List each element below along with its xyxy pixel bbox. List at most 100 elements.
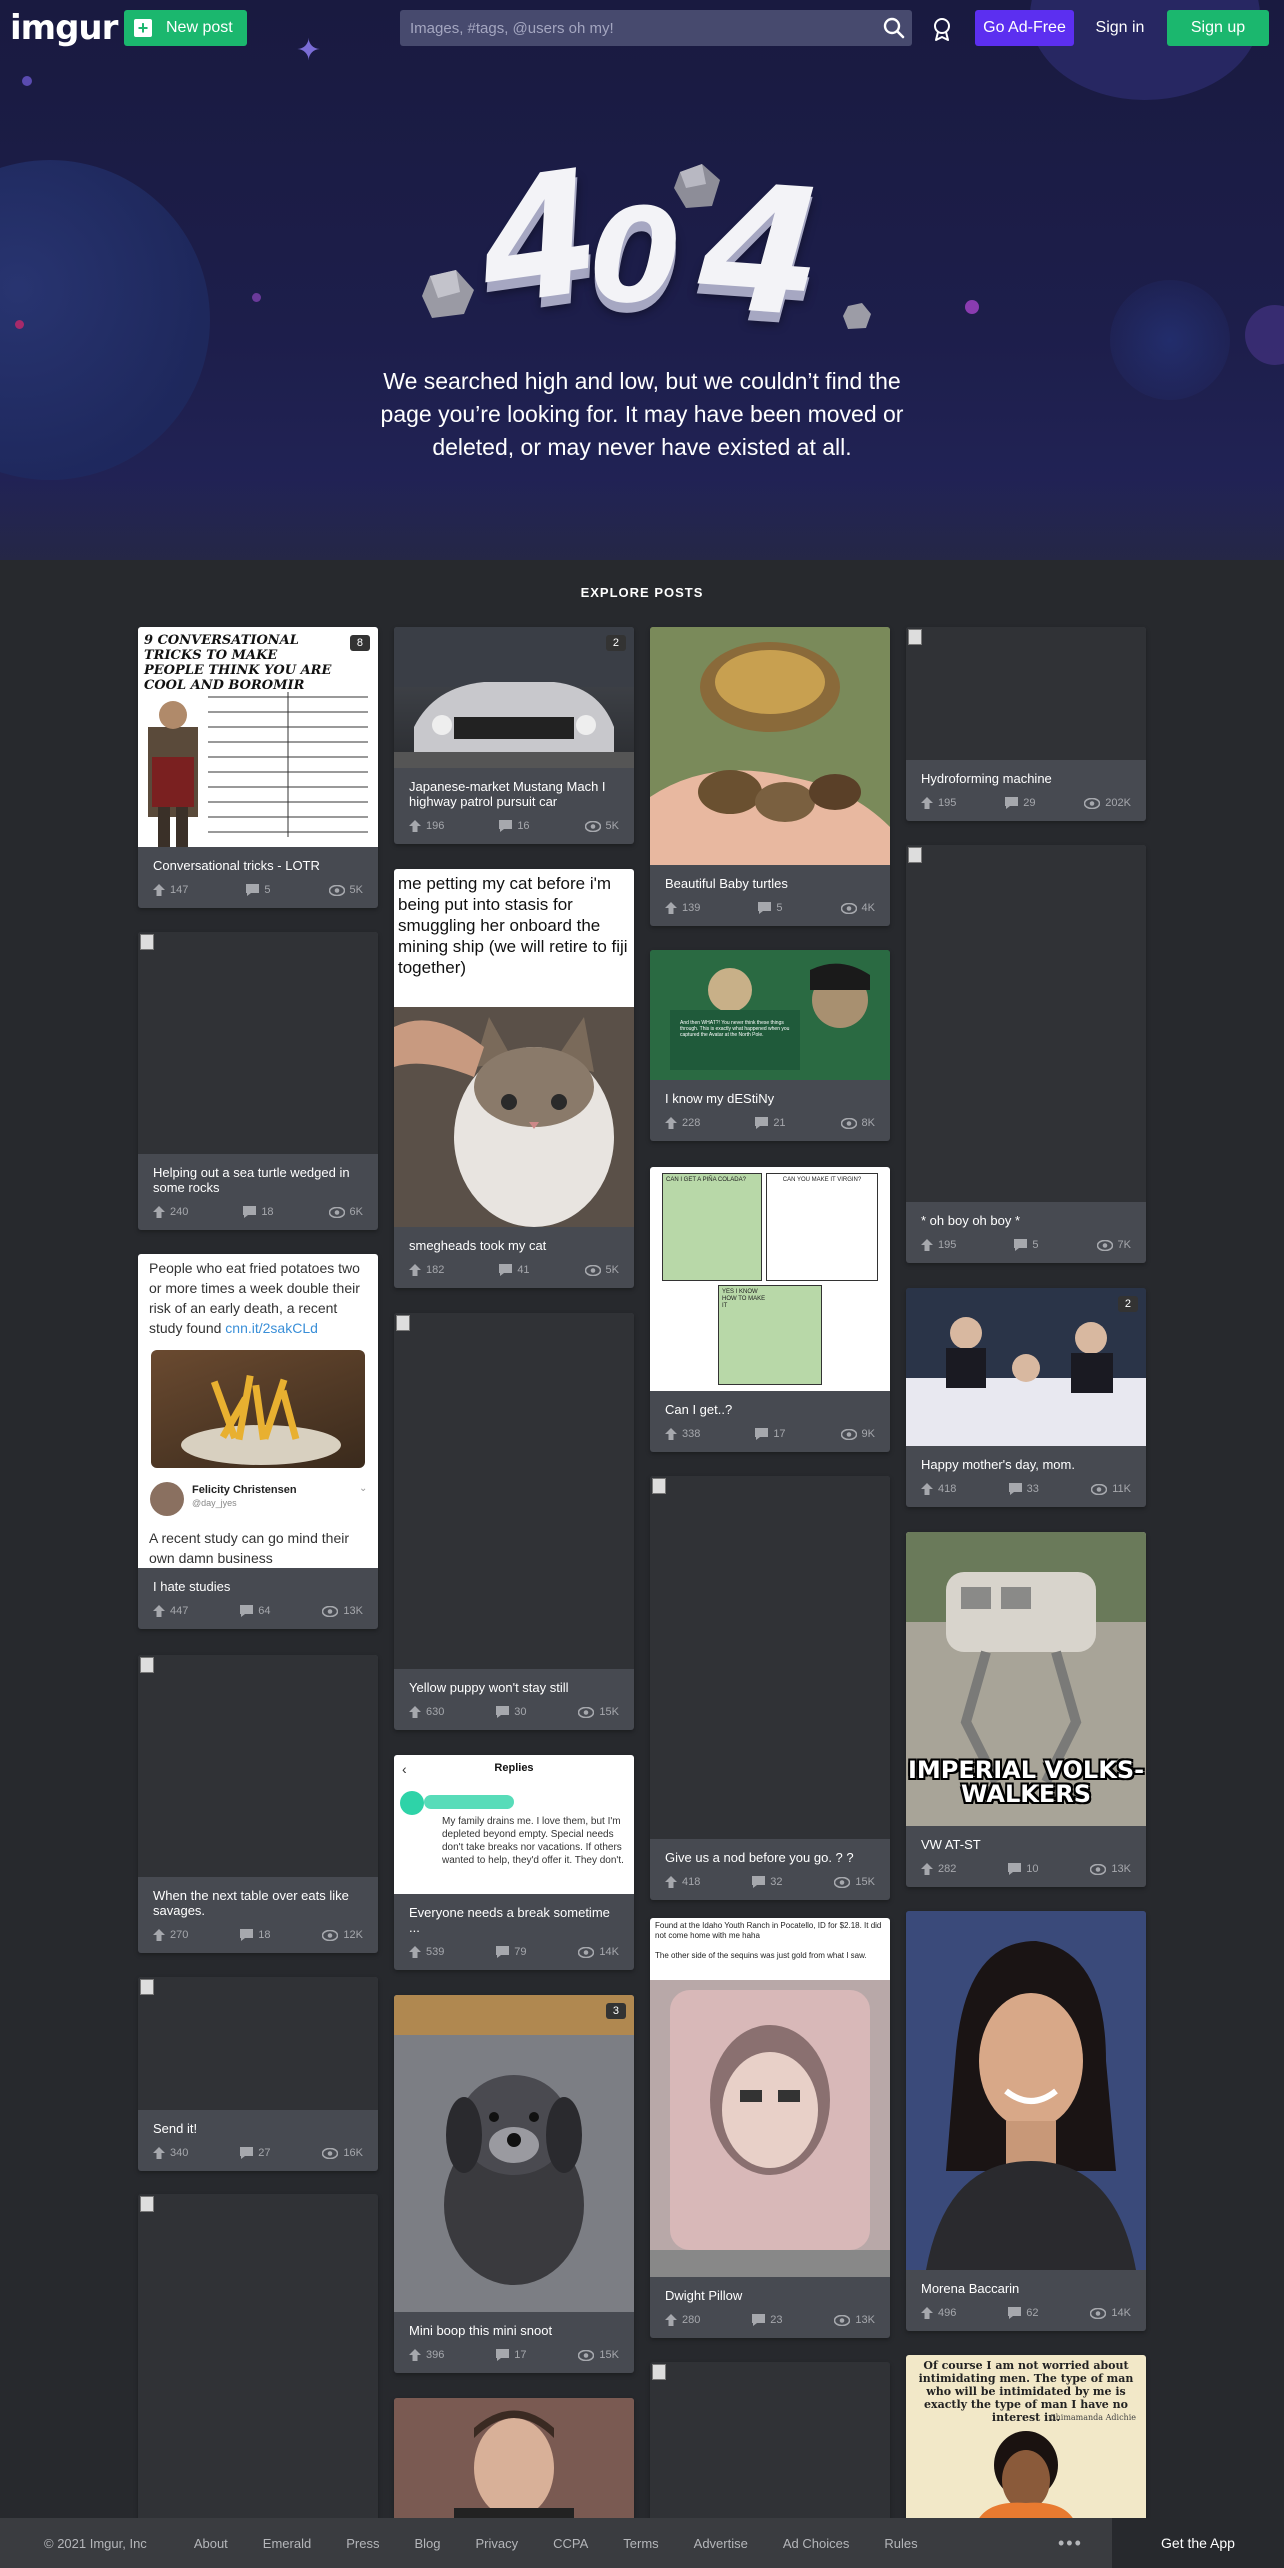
award-icon[interactable]	[930, 16, 954, 42]
post-title[interactable]: * oh boy oh boy *	[906, 1202, 1146, 1228]
post-card[interactable]: People who eat fried potatoes two or mor…	[138, 1254, 378, 1629]
post-card[interactable]: Hydroforming machine 195 29 202K	[906, 627, 1146, 821]
post-card[interactable]: Yellow puppy won't stay still 630 30 15K	[394, 1313, 634, 1730]
post-card[interactable]: 2 Happy mother's day, mom. 418 33 11K	[906, 1288, 1146, 1507]
post-image[interactable]: 2	[394, 627, 634, 768]
post-image[interactable]	[906, 845, 1146, 1202]
post-title[interactable]: I hate studies	[138, 1568, 378, 1594]
post-card[interactable]: CAN I GET A PIÑA COLADA? CAN YOU MAKE IT…	[650, 1167, 890, 1452]
comment-stat: 29	[1005, 797, 1035, 809]
views-stat: 9K	[840, 1428, 875, 1440]
cat-photo	[394, 1007, 634, 1227]
footer-link-blog[interactable]: Blog	[414, 2536, 440, 2551]
post-title[interactable]: Japanese-market Mustang Mach I highway p…	[394, 768, 634, 809]
post-card[interactable]: 2 Japanese-market Mustang Mach I highway…	[394, 627, 634, 844]
tweet-link[interactable]: cnn.it/2sakCLd	[225, 1320, 318, 1336]
upvote-count: 147	[170, 884, 189, 896]
footer-link-ccpa[interactable]: CCPA	[553, 2536, 588, 2551]
footer-link-terms[interactable]: Terms	[623, 2536, 658, 2551]
footer-link-about[interactable]: About	[194, 2536, 228, 2551]
post-image[interactable]: 2	[906, 1288, 1146, 1446]
sign-in-link[interactable]: Sign in	[1090, 10, 1150, 46]
post-image[interactable]	[138, 1977, 378, 2110]
comment-count: 29	[1023, 797, 1036, 809]
footer-link-emerald[interactable]: Emerald	[263, 2536, 311, 2551]
post-title[interactable]: Helping out a sea turtle wedged in some …	[138, 1154, 378, 1195]
post-image[interactable]	[394, 2398, 634, 2524]
post-image[interactable]: me petting my cat before i'm being put i…	[394, 869, 634, 1227]
post-card[interactable]: Beautiful Baby turtles 139 5 4K	[650, 627, 890, 926]
post-image[interactable]: Of course I am not worried about intimid…	[906, 2355, 1146, 2524]
post-card[interactable]: Morena Baccarin 496 62 14K	[906, 1911, 1146, 2331]
post-card[interactable]: Give us a nod before you go. ? ? 418 32 …	[650, 1476, 890, 1900]
post-image[interactable]	[906, 1911, 1146, 2270]
post-image[interactable]: CAN I GET A PIÑA COLADA? CAN YOU MAKE IT…	[650, 1167, 890, 1391]
search-input[interactable]	[400, 10, 870, 46]
post-title[interactable]: When the next table over eats like savag…	[138, 1877, 378, 1918]
post-title[interactable]: Dwight Pillow	[650, 2277, 890, 2303]
post-image[interactable]	[138, 932, 378, 1154]
post-image[interactable]	[650, 1476, 890, 1839]
post-title[interactable]: Yellow puppy won't stay still	[394, 1669, 634, 1695]
post-card[interactable]: me petting my cat before i'm being put i…	[394, 869, 634, 1288]
post-title[interactable]: Conversational tricks - LOTR	[138, 847, 378, 873]
post-image[interactable]: People who eat fried potatoes two or mor…	[138, 1254, 378, 1568]
post-card[interactable]: 3 Mini boop this mini snoot 396 17 15K	[394, 1995, 634, 2373]
post-title[interactable]: Happy mother's day, mom.	[906, 1446, 1146, 1472]
post-title[interactable]: I know my dEStiNy	[650, 1080, 890, 1106]
image-count-badge: 3	[605, 2003, 626, 2019]
post-title[interactable]: Morena Baccarin	[906, 2270, 1146, 2296]
sign-up-button[interactable]: Sign up	[1167, 10, 1269, 46]
post-card[interactable]	[394, 2398, 634, 2524]
post-card[interactable]: And then WHAT?! You never think these th…	[650, 950, 890, 1141]
footer-link-advertise[interactable]: Advertise	[694, 2536, 748, 2551]
post-card[interactable]	[650, 2362, 890, 2524]
comment-stat: 10	[1008, 1863, 1039, 1875]
post-image[interactable]: 9 CONVERSATIONAL TRICKS TO MAKE PEOPLE T…	[138, 627, 378, 847]
post-image[interactable]: 3	[394, 1995, 634, 2312]
post-card[interactable]: IMPERIAL VOLKS-WALKERS VW AT-ST 282 10 1…	[906, 1532, 1146, 1887]
post-card[interactable]: Found at the Idaho Youth Ranch in Pocate…	[650, 1918, 890, 2338]
post-title[interactable]: Can I get..?	[650, 1391, 890, 1417]
post-card[interactable]: 9 CONVERSATIONAL TRICKS TO MAKE PEOPLE T…	[138, 627, 378, 908]
footer-link-ad-choices[interactable]: Ad Choices	[783, 2536, 849, 2551]
post-image[interactable]	[906, 627, 1146, 760]
post-image[interactable]: And then WHAT?! You never think these th…	[650, 950, 890, 1080]
post-image[interactable]: ‹ Replies My family drains me. I love th…	[394, 1755, 634, 1894]
views-count: 5K	[605, 1264, 619, 1276]
post-image[interactable]	[138, 1655, 378, 1877]
post-title[interactable]: Give us a nod before you go. ? ?	[650, 1839, 890, 1865]
post-card[interactable]: Send it! 340 27 16K	[138, 1977, 378, 2171]
post-image[interactable]: IMPERIAL VOLKS-WALKERS	[906, 1532, 1146, 1826]
more-menu-icon[interactable]: •••	[1058, 2533, 1083, 2554]
comment-icon	[240, 1605, 254, 1617]
post-title[interactable]: smegheads took my cat	[394, 1227, 634, 1253]
search-icon[interactable]	[882, 16, 906, 40]
imgur-logo[interactable]: imgur	[10, 8, 118, 48]
post-card[interactable]: * oh boy oh boy * 195 5 7K	[906, 845, 1146, 1263]
post-title[interactable]: Everyone needs a break sometime ...	[394, 1894, 634, 1935]
post-title[interactable]: VW AT-ST	[906, 1826, 1146, 1852]
post-image[interactable]	[650, 627, 890, 865]
go-ad-free-button[interactable]: Go Ad-Free	[975, 10, 1074, 46]
post-title[interactable]: Beautiful Baby turtles	[650, 865, 890, 891]
post-card[interactable]: When the next table over eats like savag…	[138, 1655, 378, 1953]
upvote-icon	[153, 1605, 165, 1617]
post-title[interactable]: Hydroforming machine	[906, 760, 1146, 786]
post-image[interactable]	[650, 2362, 890, 2524]
post-title[interactable]: Send it!	[138, 2110, 378, 2136]
post-image[interactable]: Found at the Idaho Youth Ranch in Pocate…	[650, 1918, 890, 2277]
post-image[interactable]	[138, 2194, 378, 2524]
post-title[interactable]: Mini boop this mini snoot	[394, 2312, 634, 2338]
post-image[interactable]	[394, 1313, 634, 1669]
footer-link-press[interactable]: Press	[346, 2536, 379, 2551]
post-card[interactable]	[138, 2194, 378, 2524]
post-card[interactable]: Of course I am not worried about intimid…	[906, 2355, 1146, 2524]
post-card[interactable]: ‹ Replies My family drains me. I love th…	[394, 1755, 634, 1970]
footer-link-privacy[interactable]: Privacy	[475, 2536, 518, 2551]
post-card[interactable]: Helping out a sea turtle wedged in some …	[138, 932, 378, 1230]
new-post-button[interactable]: + New post	[124, 10, 247, 46]
comment-icon	[496, 1946, 510, 1958]
get-the-app-button[interactable]: Get the App	[1112, 2518, 1284, 2568]
footer-link-rules[interactable]: Rules	[884, 2536, 917, 2551]
